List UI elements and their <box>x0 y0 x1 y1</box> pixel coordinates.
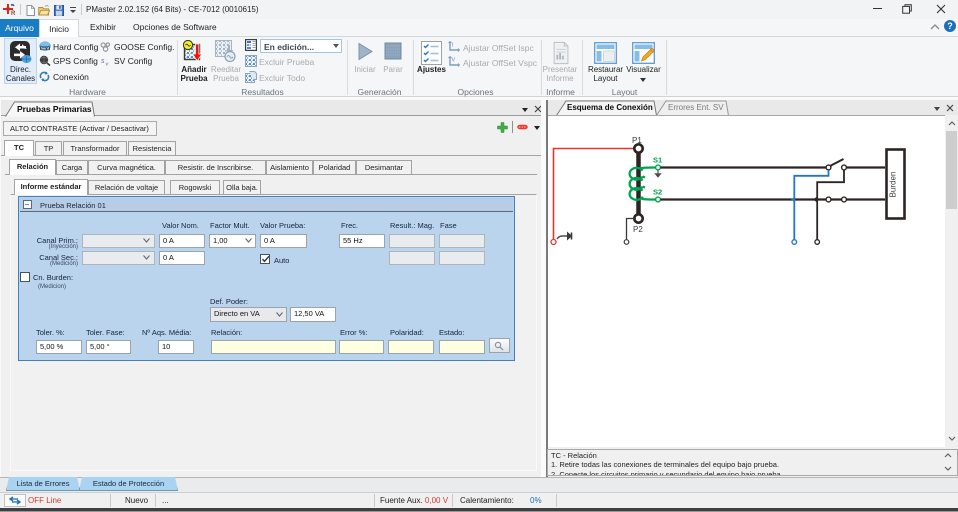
svg-text:hard: hard <box>41 46 50 51</box>
svg-text:S1: S1 <box>653 156 662 165</box>
svg-text:P1: P1 <box>632 136 642 145</box>
svg-text:P2: P2 <box>633 225 643 234</box>
svg-text:S2: S2 <box>653 188 662 197</box>
svg-text:s: s <box>101 58 105 65</box>
svg-text:R: R <box>11 11 16 17</box>
svg-text:V: V <box>452 58 456 64</box>
svg-text:v: v <box>106 62 110 67</box>
svg-text:Burden: Burden <box>889 172 898 198</box>
svg-text:I: I <box>452 43 454 49</box>
